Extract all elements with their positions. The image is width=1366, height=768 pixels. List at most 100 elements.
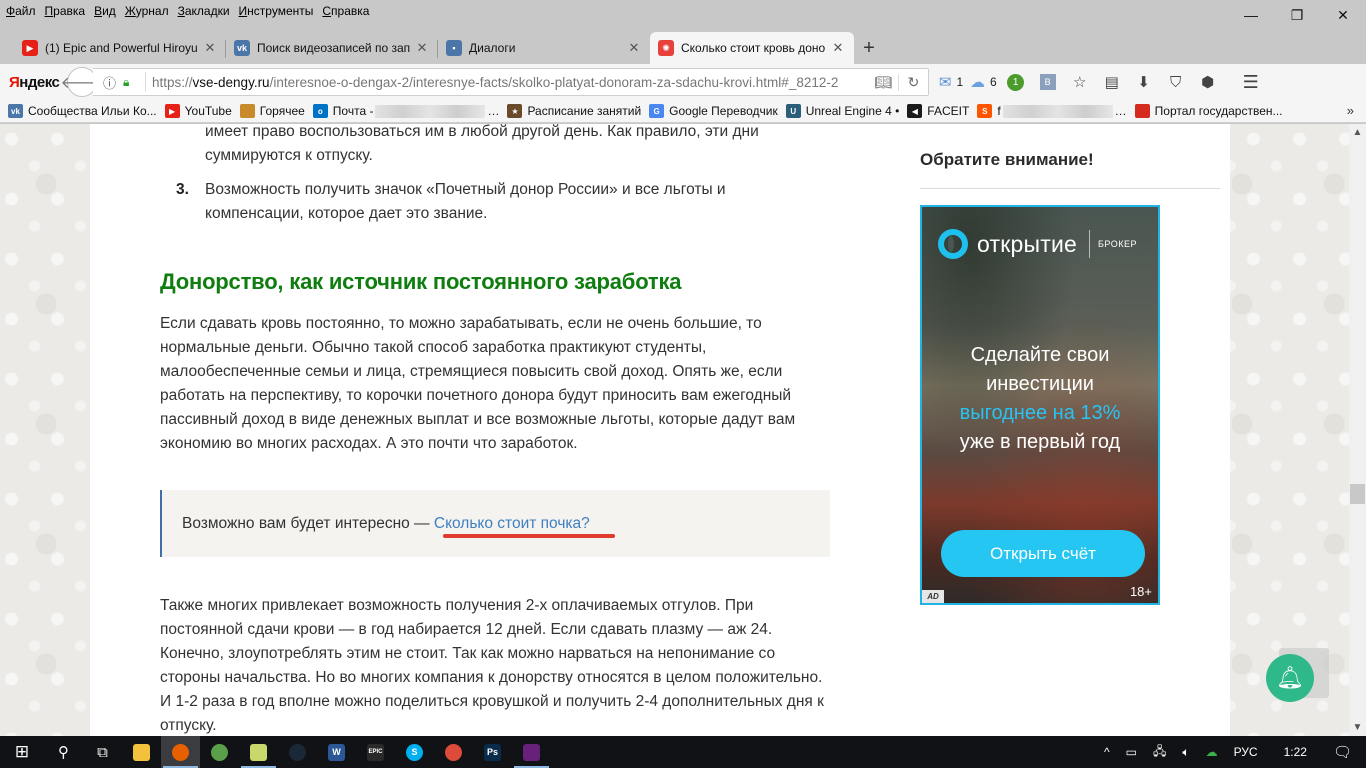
menu-view[interactable]: Вид (94, 4, 116, 18)
extension-button-green[interactable]: 1 (1003, 70, 1029, 94)
pikabu-icon (239, 104, 255, 118)
menu-bookmarks[interactable]: Закладки (178, 4, 230, 18)
red-underline-annotation (443, 534, 615, 538)
globe-app-icon (211, 743, 228, 761)
firefox-icon (172, 743, 189, 761)
show-hidden-icons[interactable]: ^ (1104, 745, 1110, 759)
battery-icon[interactable]: ▭ (1126, 745, 1137, 759)
menu-history[interactable]: Журнал (125, 4, 169, 18)
taskbar-app-steam[interactable] (278, 736, 317, 768)
language-indicator[interactable]: РУС (1234, 745, 1258, 759)
menu-button[interactable]: ☰ (1238, 70, 1264, 94)
unreal-icon: U (785, 104, 801, 118)
scroll-down-icon[interactable]: ▼ (1349, 719, 1366, 736)
tab-vk-dialogs[interactable]: ▪ Диалоги ✕ (438, 32, 650, 64)
clock[interactable]: 1:22 (1284, 745, 1307, 759)
network-icon[interactable]: 🖧 (1153, 742, 1166, 763)
search-button[interactable]: ⚲ (44, 736, 83, 768)
menu-edit[interactable]: Правка (45, 4, 86, 18)
system-tray: ^ ▭ 🖧 🔈︎ ☁ РУС 1:22 🗨︎ (1096, 736, 1366, 768)
volume-icon[interactable]: 🔈︎ (1182, 745, 1189, 760)
tab-vk-video-search[interactable]: vk Поиск видеозаписей по зап ✕ (226, 32, 438, 64)
close-tab-icon[interactable]: ✕ (414, 40, 430, 56)
tab-title: Поиск видеозаписей по зап (257, 41, 410, 55)
close-tab-icon[interactable]: ✕ (626, 40, 642, 56)
advertisement-banner[interactable]: открытие БРОКЕР Сделайте свои инвестиции… (920, 205, 1160, 605)
eye-extension-icon: ⬢ (1201, 74, 1215, 91)
bookmark-item[interactable]: ★ Расписание занятий (507, 104, 641, 118)
notepad-app-icon (250, 743, 267, 761)
bookmark-item[interactable]: o Почта -… (312, 104, 499, 118)
tab-active-article[interactable]: ✺ Сколько стоит кровь донор ✕ (650, 32, 854, 64)
bookmark-item[interactable]: ▶ YouTube (164, 104, 232, 118)
taskbar-app-word[interactable]: W (317, 736, 356, 768)
menu-help[interactable]: Справка (322, 4, 369, 18)
reload-icon[interactable]: ↻ (898, 73, 928, 91)
windows-logo-icon: ⊞ (14, 742, 30, 761)
mail-button[interactable]: ✉ 1 (938, 70, 964, 94)
bookmark-item[interactable]: vk Сообщества Ильи Ко... (8, 104, 157, 118)
yandex-logo[interactable]: Яндекс (9, 74, 65, 91)
url-text[interactable]: https://vse-dengy.ru/interesnoe-o-dengax… (152, 75, 868, 90)
action-center-icon[interactable]: 🗨︎ (1333, 743, 1352, 761)
restore-button[interactable]: ❐ (1274, 0, 1320, 30)
start-button[interactable]: ⊞ (0, 736, 44, 768)
window-controls: — ❐ ✕ (1228, 0, 1366, 30)
open-account-button[interactable]: Открыть счёт (941, 530, 1145, 577)
scroll-up-icon[interactable]: ▲ (1349, 124, 1366, 141)
menu-tools[interactable]: Инструменты (239, 4, 314, 18)
tab-youtube[interactable]: ▶ (1) Epic and Powerful Hiroyu ✕ (14, 32, 226, 64)
epic-games-icon: EPIC (367, 743, 384, 761)
sync-status-icon[interactable]: ☁ (1206, 745, 1218, 759)
extension-button-eye[interactable]: ⬢ (1195, 70, 1221, 94)
bookmark-item[interactable]: Портал государствен... (1134, 104, 1283, 118)
task-view-button[interactable]: ⧉ (83, 736, 122, 768)
close-window-button[interactable]: ✕ (1320, 0, 1366, 30)
taskbar-app-firefox[interactable] (161, 736, 200, 768)
taskbar-app-notepad-app[interactable] (239, 736, 278, 768)
pocket-button[interactable]: ⛉ (1163, 70, 1189, 94)
star-icon: ★ (507, 104, 523, 118)
info-icon[interactable]: ⓘ (103, 73, 123, 92)
taskbar-app-chrome[interactable] (434, 736, 473, 768)
clipboard-button[interactable]: ▤ (1099, 70, 1125, 94)
downloads-button[interactable]: ⬇ (1131, 70, 1157, 94)
youtube-icon: ▶ (164, 104, 180, 118)
list-text: Возможность получить значок «Почетный до… (205, 181, 726, 222)
word-icon: W (328, 743, 345, 761)
ad-message: Сделайте свои инвестиции выгоднее на 13%… (922, 341, 1158, 457)
bookmark-item[interactable]: Горячее (239, 104, 305, 118)
reader-view-icon[interactable]: 📖︎ (868, 74, 898, 91)
mail-count: 1 (956, 75, 964, 89)
weather-button[interactable]: ☁ 6 (970, 70, 997, 94)
taskbar-app-visual-studio[interactable] (512, 736, 551, 768)
bookmarks-overflow-button[interactable]: » (1347, 103, 1354, 118)
taskbar-app-globe-app[interactable] (200, 736, 239, 768)
youtube-icon: ▶ (22, 40, 38, 56)
new-tab-button[interactable]: + (854, 32, 884, 64)
vertical-scrollbar[interactable]: ▲ ▼ (1349, 124, 1366, 736)
close-tab-icon[interactable]: ✕ (830, 40, 846, 56)
notification-bell-button[interactable]: 🔔︎ (1266, 654, 1314, 702)
tab-title: (1) Epic and Powerful Hiroyu (45, 41, 198, 55)
bookmark-item[interactable]: G Google Переводчик (649, 104, 778, 118)
ad-marker-icon[interactable]: AD (922, 590, 944, 603)
list-number: 3. (176, 181, 189, 198)
lock-icon: 🔒︎ (123, 74, 130, 89)
address-bar[interactable]: ⓘ 🔒︎ https://vse-dengy.ru/interesnoe-o-d… (93, 68, 929, 96)
taskbar-app-epic-games[interactable]: EPIC (356, 736, 395, 768)
scrollbar-thumb[interactable] (1350, 484, 1365, 504)
bookmark-item[interactable]: ◀ FACEIT (907, 104, 969, 118)
section-heading: Донорство, как источник постоянного зара… (160, 269, 682, 294)
bookmark-star-button[interactable]: ☆ (1067, 70, 1093, 94)
minimize-button[interactable]: — (1228, 0, 1274, 30)
bookmark-item[interactable]: U Unreal Engine 4 • (785, 104, 899, 118)
close-tab-icon[interactable]: ✕ (202, 40, 218, 56)
taskbar-app-skype[interactable]: S (395, 736, 434, 768)
bookmark-item[interactable]: Sf… (977, 104, 1127, 118)
taskbar-app-photoshop[interactable]: Ps (473, 736, 512, 768)
extension-button-key[interactable]: B (1035, 70, 1061, 94)
menu-file[interactable]: Файл (6, 4, 36, 18)
taskbar-app-file-explorer[interactable] (122, 736, 161, 768)
related-link[interactable]: Сколько стоит почка? (434, 515, 590, 532)
